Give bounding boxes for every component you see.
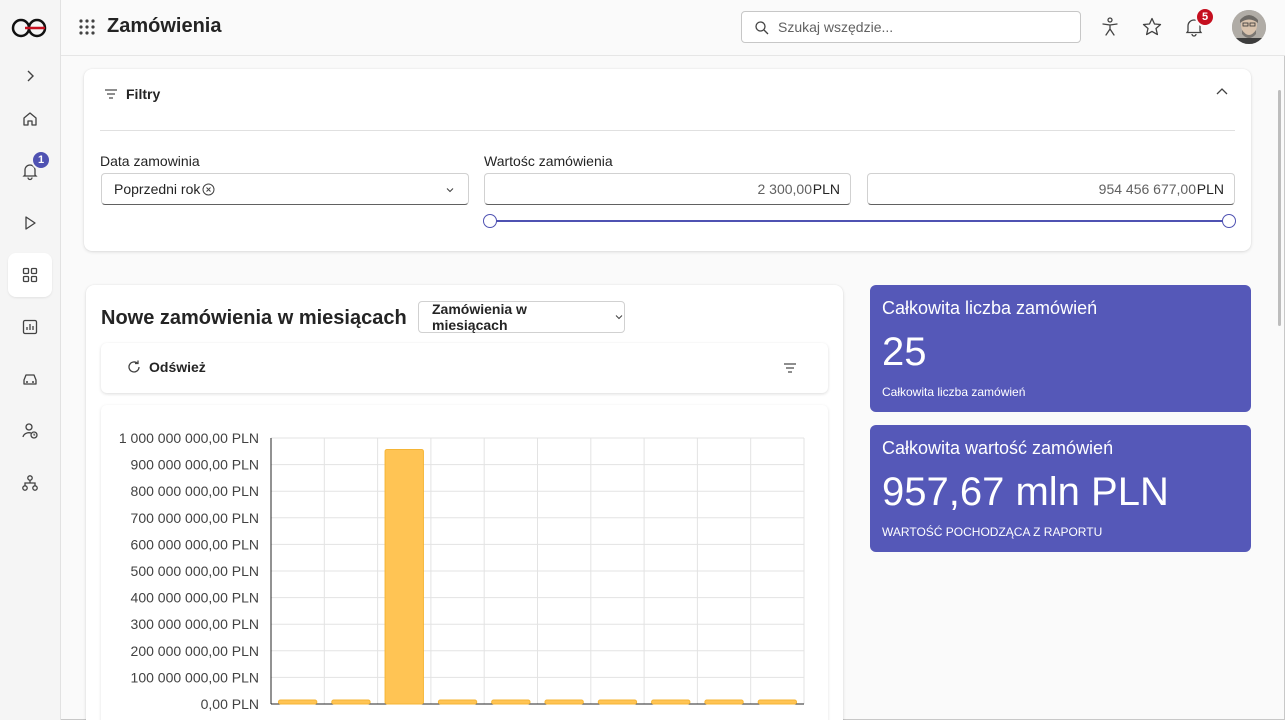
filters-title: Filtry — [126, 86, 161, 102]
refresh-icon — [128, 360, 140, 373]
filter-icon — [105, 89, 117, 99]
bar[interactable] — [331, 699, 371, 705]
max-value-currency: PLN — [1196, 181, 1224, 197]
y-tick-label: 1 000 000 000,00 PLN — [119, 430, 259, 446]
y-tick-label: 300 000 000,00 PLN — [131, 616, 259, 632]
y-tick-label: 800 000 000,00 PLN — [131, 483, 259, 499]
favorites-star-icon[interactable] — [1141, 16, 1163, 38]
bar[interactable] — [597, 699, 638, 705]
kpi-title: Całkowita liczba zamówień — [882, 298, 1098, 318]
chart-toolbar: Odśwież — [101, 343, 828, 393]
user-avatar[interactable] — [1232, 10, 1266, 44]
filters-divider — [100, 130, 1235, 131]
kpi-subtitle: WARTOŚĆ POCHODZĄCA Z RAPORTU — [882, 525, 1103, 539]
kpi-value: 25 — [882, 330, 927, 374]
order-value-label: Wartośc zamówienia — [484, 153, 613, 169]
clear-circle-icon[interactable] — [202, 183, 215, 196]
global-search — [741, 11, 1081, 43]
y-tick-label: 200 000 000,00 PLN — [131, 643, 259, 659]
chart-icon — [22, 319, 38, 335]
y-tick-label: 600 000 000,00 PLN — [131, 536, 259, 552]
slider-max-handle[interactable] — [1222, 214, 1236, 228]
min-value: 2 300,00 — [757, 181, 813, 197]
order-date-dropdown[interactable]: Poprzedni rok — [101, 173, 469, 205]
min-value-currency: PLN — [812, 181, 840, 197]
bar[interactable] — [437, 699, 478, 705]
search-icon — [755, 21, 769, 35]
person-clock-icon — [22, 423, 38, 439]
y-tick-label: 700 000 000,00 PLN — [131, 510, 259, 526]
page-title: Zamówienia — [107, 15, 222, 37]
refresh-button[interactable]: Odśwież — [126, 359, 206, 375]
max-value: 954 456 677,00 — [1098, 181, 1196, 197]
filters-header[interactable]: Filtry — [104, 86, 160, 102]
search-input[interactable] — [778, 12, 1076, 42]
value-range-slider[interactable] — [490, 220, 1229, 222]
order-date-label: Data zamowinia — [100, 153, 200, 169]
notifications-count-badge: 5 — [1195, 7, 1215, 27]
chevron-down-icon — [446, 188, 454, 193]
kpi-subtitle: Całkowita liczba zamówień — [882, 385, 1026, 399]
slider-min-handle[interactable] — [483, 214, 497, 228]
org-chart-icon — [22, 475, 38, 491]
refresh-label: Odśwież — [149, 359, 206, 375]
home-icon — [23, 112, 37, 126]
left-rail: 1 — [0, 0, 61, 720]
top-bar: Zamówienia 5 — [61, 0, 1285, 56]
bar[interactable] — [651, 699, 691, 705]
bar[interactable] — [491, 699, 531, 705]
orders-chart-card: Nowe zamówienia w miesiącach Zamówienia … — [86, 285, 843, 720]
rail-item-reports[interactable] — [8, 305, 52, 349]
filters-panel: Filtry Data zamowinia Poprzedni rok Wart… — [84, 69, 1251, 251]
rail-item-organization[interactable] — [8, 461, 52, 505]
rail-item-dashboards[interactable] — [8, 253, 52, 297]
max-value-field[interactable]: 954 456 677,00 PLN — [867, 173, 1235, 205]
bar[interactable] — [757, 699, 798, 705]
avatar-image — [1232, 10, 1266, 44]
y-tick-label: 900 000 000,00 PLN — [131, 457, 259, 473]
chevron-down-icon — [615, 315, 623, 320]
order-date-value: Poprzedni rok — [114, 181, 201, 197]
grid-icon — [22, 267, 38, 283]
rail-item-home[interactable] — [8, 97, 52, 141]
bar-chart: 0,00 PLN 100 000 000,00 PLN 200 000 000,00… — [119, 430, 805, 712]
chart-view-value: Zamówienia w miesiącach — [432, 301, 527, 333]
rail-item-vehicles[interactable] — [8, 357, 52, 401]
y-tick-label: 100 000 000,00 PLN — [131, 669, 259, 685]
collapse-chevron-up-icon[interactable] — [1214, 84, 1230, 100]
chevron-right-icon — [27, 70, 34, 82]
kpi-title: Całkowita wartość zamówień — [882, 438, 1114, 458]
bar[interactable] — [544, 699, 584, 705]
car-icon — [23, 374, 37, 385]
expand-rail-button[interactable] — [8, 54, 52, 98]
kpi-total-value: Całkowita wartość zamówień 957,67 mln PL… — [870, 425, 1251, 552]
chart-section-title: Nowe zamówienia w miesiącach — [101, 307, 407, 329]
app-launcher-icon[interactable] — [78, 18, 96, 36]
min-value-field[interactable]: 2 300,00 PLN — [484, 173, 851, 205]
rail-item-play[interactable] — [8, 201, 52, 245]
chart-plot-area: 0,00 PLN 100 000 000,00 PLN 200 000 000,00… — [101, 405, 828, 720]
chart-view-dropdown[interactable]: Zamówienia w miesiącach — [418, 301, 625, 333]
bar[interactable] — [277, 699, 318, 705]
kpi-total-orders: Całkowita liczba zamówień 25 Całkowita l… — [870, 285, 1251, 412]
rail-item-customers[interactable] — [8, 409, 52, 453]
accessibility-icon[interactable] — [1099, 16, 1121, 38]
bar[interactable] — [704, 699, 744, 705]
y-tick-label: 500 000 000,00 PLN — [131, 563, 259, 579]
y-tick-label: 0,00 PLN — [201, 696, 259, 712]
play-icon — [25, 216, 36, 230]
filter-icon[interactable] — [782, 360, 798, 376]
bar[interactable] — [384, 448, 424, 705]
y-tick-label: 400 000 000,00 PLN — [131, 590, 259, 606]
app-logo-icon[interactable] — [10, 16, 50, 40]
kpi-value: 957,67 mln PLN — [882, 470, 1169, 514]
rail-notification-badge: 1 — [31, 150, 51, 170]
page-scrollbar[interactable] — [1278, 90, 1281, 326]
